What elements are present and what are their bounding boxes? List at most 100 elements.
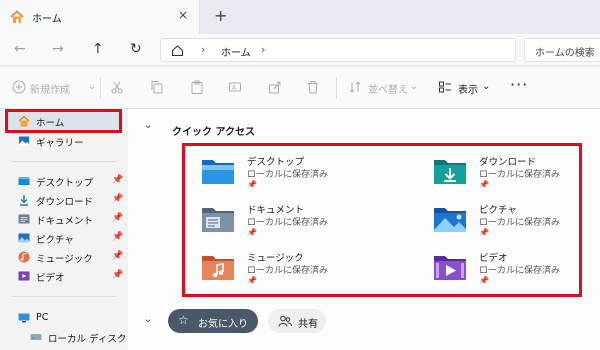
- sidebar-item-documents[interactable]: ドキュメント 📌: [6, 210, 124, 229]
- desktop-folder-icon: [202, 160, 234, 184]
- sidebar-item-label: PC: [36, 312, 49, 323]
- up-button[interactable]: ↑: [92, 41, 104, 57]
- sort-icon: [349, 81, 361, 93]
- delete-icon[interactable]: [306, 80, 320, 94]
- forward-button[interactable]: →: [52, 41, 64, 57]
- quick-access-item-music[interactable]: ミュージック ローカルに保存済み 📌: [201, 250, 381, 290]
- rename-icon[interactable]: A: [228, 80, 242, 94]
- sidebar-item-label: デスクトップ: [36, 178, 94, 189]
- videos-folder-icon: [434, 256, 466, 280]
- sidebar-item-videos[interactable]: ビデオ 📌: [6, 267, 124, 286]
- item-name: ピクチャ: [479, 205, 517, 216]
- navigation-pane: ホーム ギャラリー デスクトップ 📌 ダウンロード 📌 ドキュメント 📌 ピクチ…: [0, 109, 147, 350]
- item-name: ダウンロード: [479, 157, 537, 168]
- highlight-box: [5, 109, 122, 133]
- quick-access-item-downloads[interactable]: ダウンロード ローカルに保存済み 📌: [433, 154, 600, 194]
- sidebar-item-music[interactable]: ミュージック 📌: [6, 248, 124, 267]
- item-status: ローカルに保存済み: [479, 170, 561, 180]
- sidebar-item-local-disk[interactable]: ローカル ディスク (C:): [6, 328, 147, 347]
- chevron-down-icon: ⌄: [88, 81, 97, 92]
- more-options-button[interactable]: ···: [510, 75, 528, 94]
- command-bar: 新規作成 ⌄ A 並べ替え ⌄ 表示 ⌄ ···: [0, 67, 600, 109]
- pin-icon: 📌: [112, 270, 124, 280]
- back-button[interactable]: ←: [14, 41, 26, 57]
- divider: [100, 77, 101, 99]
- sidebar-item-label: ダウンロード: [36, 197, 94, 208]
- shared-label: 共有: [298, 319, 318, 330]
- collapse-chevron-icon[interactable]: ⌄: [144, 120, 152, 131]
- breadcrumb-home[interactable]: ホーム: [221, 44, 251, 59]
- shared-tab[interactable]: 共有: [268, 309, 326, 333]
- tab-home[interactable]: ホーム ×: [0, 0, 200, 34]
- pin-icon: 📌: [479, 276, 489, 285]
- tab-title: ホーム: [32, 14, 62, 25]
- quick-access-title[interactable]: クイック アクセス: [172, 123, 255, 138]
- music-icon: [18, 251, 30, 263]
- pin-icon: 📌: [112, 194, 124, 204]
- paste-icon[interactable]: [190, 80, 204, 94]
- breadcrumb-separator: ›: [201, 43, 206, 56]
- collapse-chevron-icon[interactable]: ⌄: [144, 314, 152, 325]
- pin-icon: 📌: [112, 251, 124, 261]
- chevron-down-icon: ⌄: [410, 81, 419, 92]
- title-bar: ホーム × +: [0, 0, 600, 34]
- pin-icon: 📌: [112, 213, 124, 223]
- item-status: ローカルに保存済み: [247, 266, 329, 276]
- address-toolbar: ← → ↑ ↻ › ホーム › ホームの検索: [0, 34, 600, 66]
- sidebar-item-pictures[interactable]: ピクチャ 📌: [6, 229, 123, 248]
- view-icon: [439, 81, 451, 93]
- tab-close-button[interactable]: ×: [178, 8, 188, 22]
- videos-icon: [18, 271, 30, 281]
- drive-icon: [30, 334, 42, 340]
- search-input[interactable]: ホームの検索: [524, 38, 600, 62]
- documents-folder-icon: [202, 208, 234, 232]
- pin-icon: 📌: [112, 175, 124, 185]
- quick-access-item-pictures[interactable]: ピクチャ ローカルに保存済み 📌: [433, 202, 600, 242]
- new-button[interactable]: 新規作成: [30, 81, 70, 96]
- item-name: ミュージック: [247, 253, 304, 264]
- home-outline-icon: [171, 45, 184, 57]
- view-button[interactable]: 表示: [458, 81, 478, 96]
- item-status: ローカルに保存済み: [479, 218, 561, 228]
- people-icon: [278, 315, 292, 327]
- favorites-tab[interactable]: ☆ お気に入り: [168, 309, 258, 333]
- music-folder-icon: [202, 256, 234, 280]
- breadcrumb-separator[interactable]: ›: [261, 43, 265, 56]
- chevron-down-icon: ⌄: [482, 81, 491, 92]
- pictures-folder-icon: [434, 208, 466, 232]
- svg-text:A: A: [232, 85, 237, 92]
- cut-icon[interactable]: [110, 80, 124, 94]
- sidebar-item-pc[interactable]: PC: [6, 309, 122, 328]
- gallery-icon: [19, 136, 29, 146]
- item-status: ローカルに保存済み: [479, 266, 561, 276]
- sidebar-item-downloads[interactable]: ダウンロード 📌: [6, 191, 124, 210]
- sort-button[interactable]: 並べ替え: [368, 81, 408, 96]
- refresh-button[interactable]: ↻: [130, 41, 142, 57]
- quick-access-item-videos[interactable]: ビデオ ローカルに保存済み 📌: [433, 250, 600, 290]
- item-status: ローカルに保存済み: [247, 170, 329, 180]
- sidebar-item-label: ビデオ: [36, 273, 65, 284]
- divider: [12, 161, 116, 162]
- sidebar-item-label: ギャラリー: [36, 138, 84, 149]
- pin-icon: 📌: [247, 276, 257, 285]
- favorites-label: お気に入り: [198, 319, 248, 330]
- quick-access-item-documents[interactable]: ドキュメント ローカルに保存済み 📌: [201, 202, 381, 242]
- documents-icon: [18, 214, 30, 224]
- address-bar[interactable]: › ホーム ›: [160, 38, 516, 62]
- pin-icon: 📌: [479, 180, 489, 189]
- star-icon: ☆: [178, 313, 189, 327]
- downloads-folder-icon: [434, 160, 466, 184]
- item-name: ドキュメント: [247, 205, 305, 216]
- copy-icon[interactable]: [150, 80, 164, 94]
- sidebar-item-gallery[interactable]: ギャラリー: [6, 132, 122, 151]
- new-plus-icon: [12, 80, 26, 94]
- download-icon: [20, 195, 28, 206]
- share-icon[interactable]: [268, 80, 282, 94]
- new-tab-button[interactable]: +: [214, 6, 227, 25]
- quick-access-item-desktop[interactable]: デスクトップ ローカルに保存済み 📌: [201, 154, 381, 194]
- search-placeholder: ホームの検索: [535, 48, 595, 59]
- pictures-icon: [18, 233, 30, 243]
- home-icon: [10, 10, 24, 23]
- sidebar-item-desktop[interactable]: デスクトップ 📌: [6, 172, 124, 191]
- item-name: ビデオ: [479, 253, 508, 264]
